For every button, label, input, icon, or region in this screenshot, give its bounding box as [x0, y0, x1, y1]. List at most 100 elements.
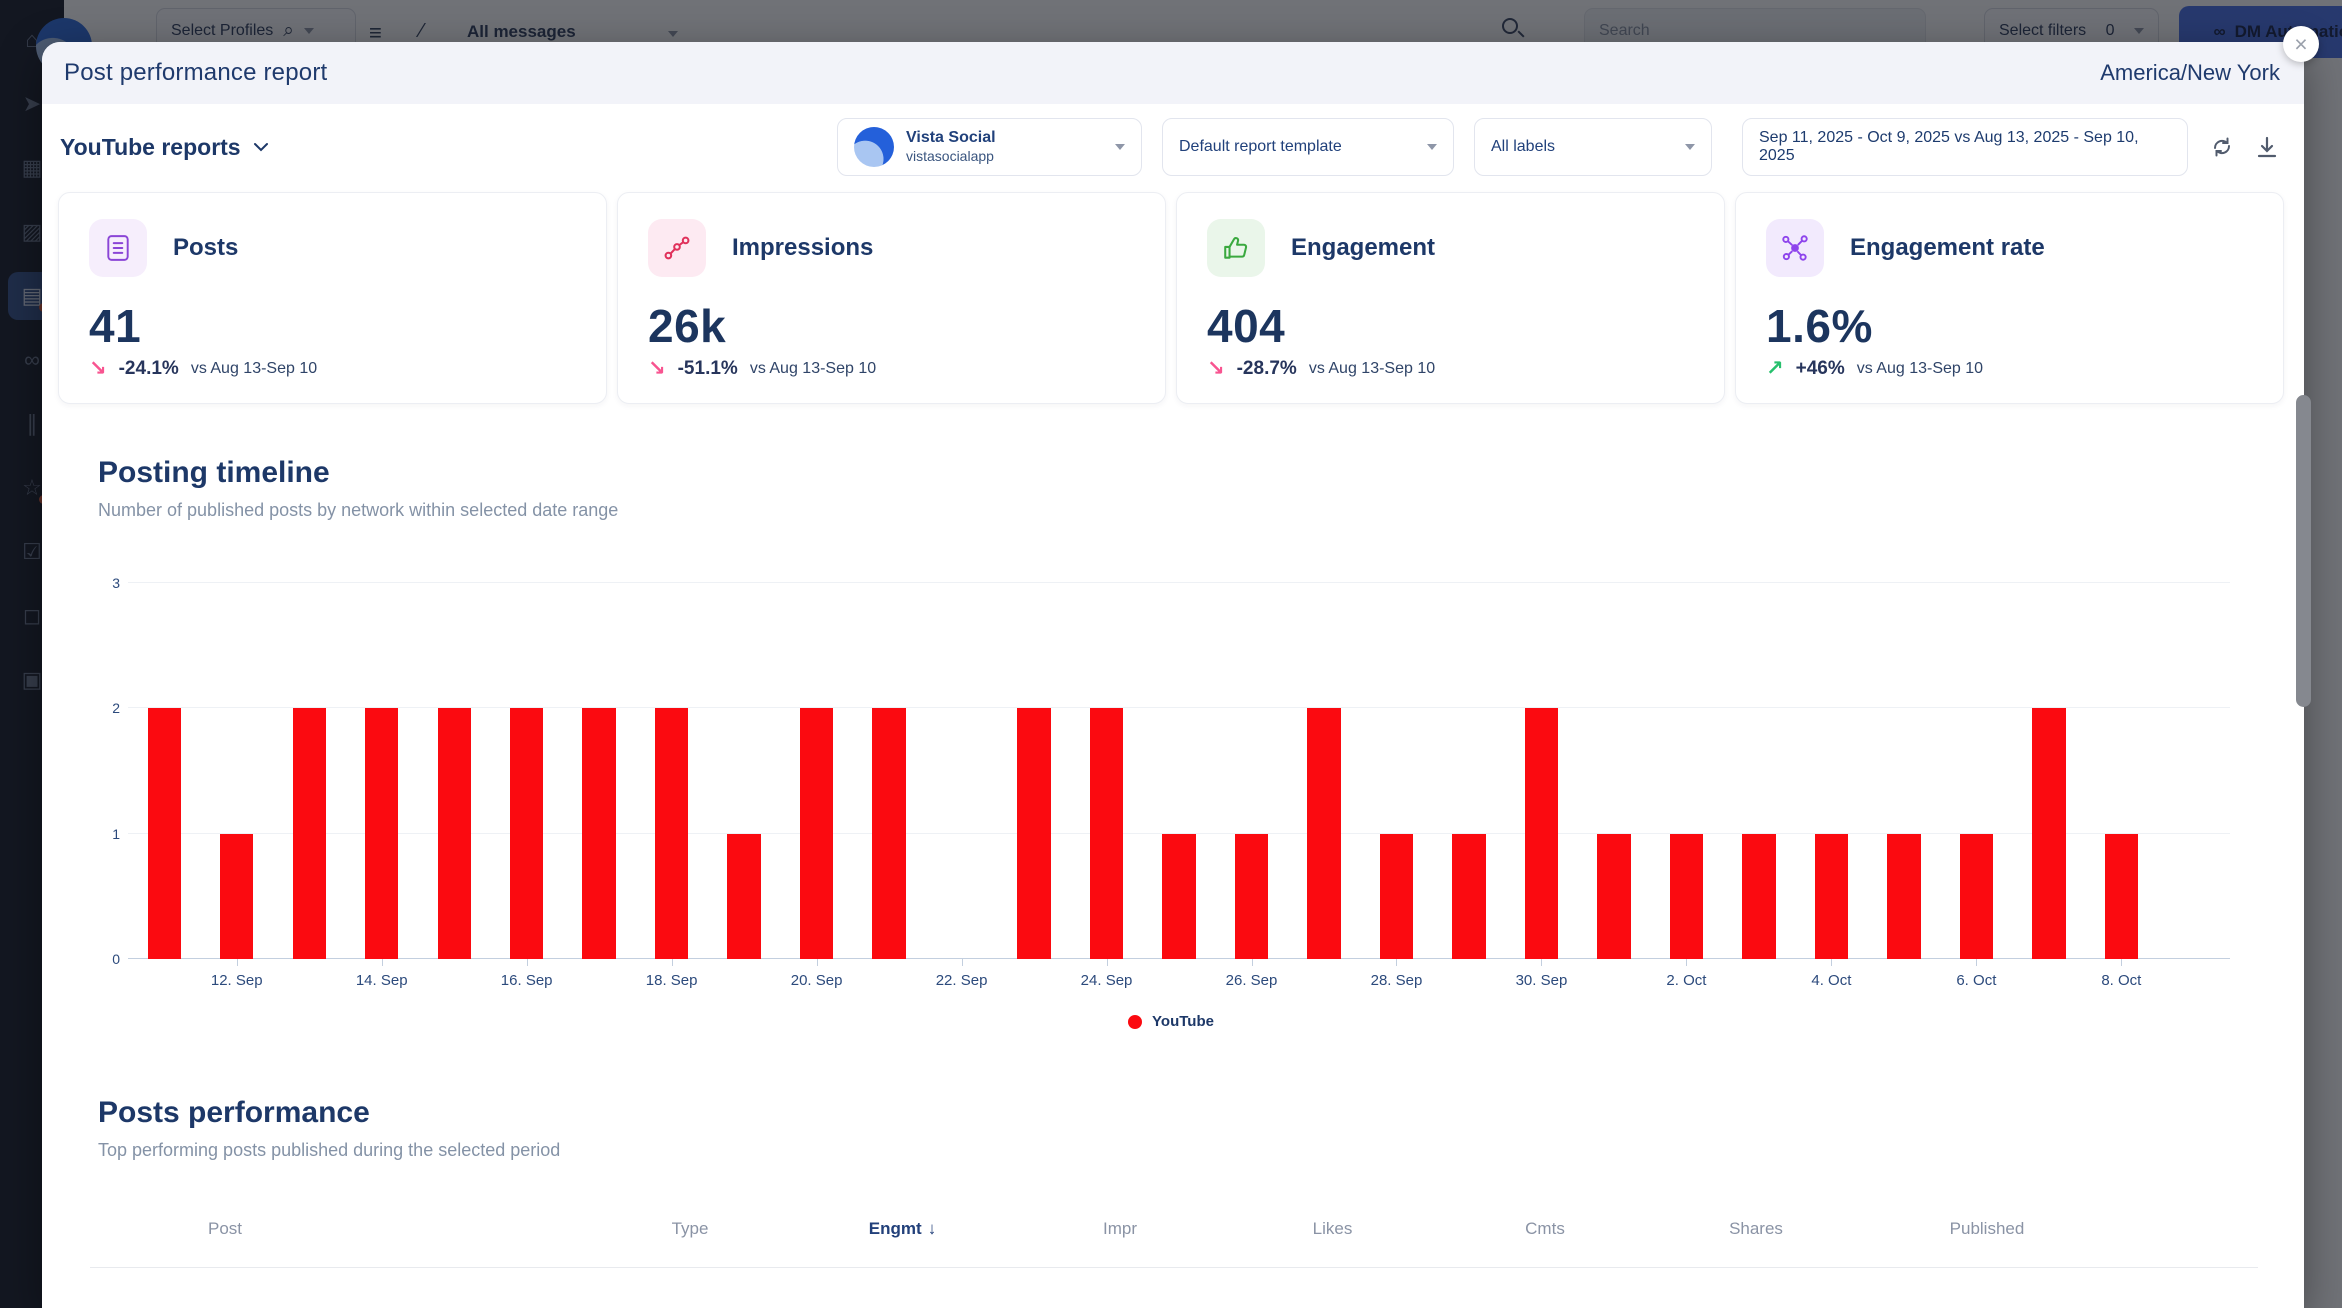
column-header-likes[interactable]: Likes [1225, 1219, 1440, 1239]
bar-26. Sep[interactable] [1235, 834, 1268, 959]
bar-2. Oct[interactable] [1670, 834, 1703, 959]
x-slot [998, 959, 1070, 1003]
bar-18. Sep[interactable] [655, 708, 688, 959]
table-header-row: Post Type Engmt↓ Impr Likes Cmts Shares … [90, 1219, 2258, 1268]
bar-slot [1215, 583, 1287, 959]
posting-timeline-subtitle: Number of published posts by network wit… [98, 500, 2304, 521]
report-type-dropdown[interactable]: YouTube reports [60, 134, 269, 161]
x-slot: 16. Sep [490, 959, 562, 1003]
column-header-engmt[interactable]: Engmt↓ [790, 1219, 1015, 1239]
bar-slot [418, 583, 490, 959]
bar-20. Sep[interactable] [800, 708, 833, 959]
x-slot [2013, 959, 2085, 1003]
y-axis-label: 1 [112, 826, 120, 842]
x-slot: 2. Oct [1650, 959, 1722, 1003]
bar-4. Oct[interactable] [1815, 834, 1848, 959]
bar-17. Sep[interactable] [582, 708, 615, 959]
report-template-select[interactable]: Default report template [1162, 118, 1454, 176]
stat-card-engagement: Engagement 404 ↘ -28.7% vs Aug 13-Sep 10 [1176, 192, 1725, 404]
posts-performance-section-head: Posts performance Top performing posts p… [98, 1096, 2304, 1161]
x-slot: 28. Sep [1360, 959, 1432, 1003]
bar-3. Oct[interactable] [1742, 834, 1775, 959]
thumbs-up-icon [1207, 219, 1265, 277]
close-icon[interactable]: × [2283, 26, 2319, 62]
legend-label: YouTube [1152, 1013, 1214, 1030]
delta-percent: +46% [1796, 358, 1845, 380]
bar-12. Sep[interactable] [220, 834, 253, 959]
x-slot: 24. Sep [1070, 959, 1142, 1003]
chart-plot [128, 583, 2230, 959]
x-slot: 6. Oct [1940, 959, 2012, 1003]
column-header-published[interactable]: Published [1862, 1219, 2112, 1239]
bar-slot [1505, 583, 1577, 959]
trend-up-icon: ↗ [1766, 356, 1784, 381]
bar-1. Oct[interactable] [1597, 834, 1630, 959]
delta-percent: -51.1% [678, 358, 738, 380]
x-slot: 22. Sep [925, 959, 997, 1003]
bar-slot [1650, 583, 1722, 959]
chart-legend[interactable]: YouTube [186, 1013, 2156, 1030]
bar-14. Sep[interactable] [365, 708, 398, 959]
x-axis-label: 24. Sep [1081, 972, 1133, 1003]
bar-23. Sep[interactable] [1017, 708, 1050, 959]
bar-30. Sep[interactable] [1525, 708, 1558, 959]
x-slot: 12. Sep [200, 959, 272, 1003]
x-axis-label: 6. Oct [1956, 972, 1996, 1003]
document-icon [89, 219, 147, 277]
bar-6. Oct[interactable] [1960, 834, 1993, 959]
download-icon[interactable] [2256, 135, 2278, 159]
y-axis-label: 3 [112, 575, 120, 591]
x-axis-label: 30. Sep [1516, 972, 1568, 1003]
x-axis-label: 28. Sep [1371, 972, 1423, 1003]
column-header-cmts[interactable]: Cmts [1440, 1219, 1650, 1239]
x-slot [853, 959, 925, 1003]
chevron-down-icon [1685, 144, 1695, 150]
bar-11. Sep[interactable] [148, 708, 181, 959]
bar-16. Sep[interactable] [510, 708, 543, 959]
bar-slot [2158, 583, 2230, 959]
bar-25. Sep[interactable] [1162, 834, 1195, 959]
trend-down-icon: ↘ [648, 356, 666, 381]
x-slot: 8. Oct [2085, 959, 2157, 1003]
bar-24. Sep[interactable] [1090, 708, 1123, 959]
x-slot [563, 959, 635, 1003]
x-axis-label: 16. Sep [501, 972, 553, 1003]
bar-7. Oct[interactable] [2032, 708, 2065, 959]
bar-slot [2085, 583, 2157, 959]
bar-19. Sep[interactable] [727, 834, 760, 959]
chevron-down-icon [1115, 144, 1125, 150]
x-axis-label: 12. Sep [211, 972, 263, 1003]
bar-slot [1360, 583, 1432, 959]
column-header-post[interactable]: Post [90, 1219, 590, 1239]
posting-timeline-title: Posting timeline [98, 456, 2304, 490]
posts-performance-table: Post Type Engmt↓ Impr Likes Cmts Shares … [90, 1219, 2258, 1268]
column-header-type[interactable]: Type [590, 1219, 790, 1239]
bar-13. Sep[interactable] [293, 708, 326, 959]
bar-8. Oct[interactable] [2105, 834, 2138, 959]
profile-handle: vistasocialapp [906, 148, 996, 166]
posts-performance-title: Posts performance [98, 1096, 2304, 1130]
scrollbar-thumb[interactable] [2296, 395, 2311, 707]
x-axis-label: 22. Sep [936, 972, 988, 1003]
bar-slot [1868, 583, 1940, 959]
labels-select[interactable]: All labels [1474, 118, 1712, 176]
delta-compare: vs Aug 13-Sep 10 [191, 360, 317, 378]
bar-slot [345, 583, 417, 959]
x-slot [708, 959, 780, 1003]
bar-29. Sep[interactable] [1452, 834, 1485, 959]
bar-28. Sep[interactable] [1380, 834, 1413, 959]
screen: Select Profiles ⌕ ≡ ⁄ All messages Searc… [0, 0, 2342, 1308]
x-axis-label: 2. Oct [1666, 972, 1706, 1003]
refresh-icon[interactable] [2210, 135, 2234, 159]
date-range-picker[interactable]: Sep 11, 2025 - Oct 9, 2025 vs Aug 13, 20… [1742, 118, 2188, 176]
bar-27. Sep[interactable] [1307, 708, 1340, 959]
column-header-shares[interactable]: Shares [1650, 1219, 1862, 1239]
profile-select[interactable]: Vista Social vistasocialapp [837, 118, 1142, 176]
x-slot: 18. Sep [635, 959, 707, 1003]
bar-5. Oct[interactable] [1887, 834, 1920, 959]
bar-slot [635, 583, 707, 959]
bar-21. Sep[interactable] [872, 708, 905, 959]
x-slot [1433, 959, 1505, 1003]
bar-15. Sep[interactable] [438, 708, 471, 959]
column-header-impr[interactable]: Impr [1015, 1219, 1225, 1239]
